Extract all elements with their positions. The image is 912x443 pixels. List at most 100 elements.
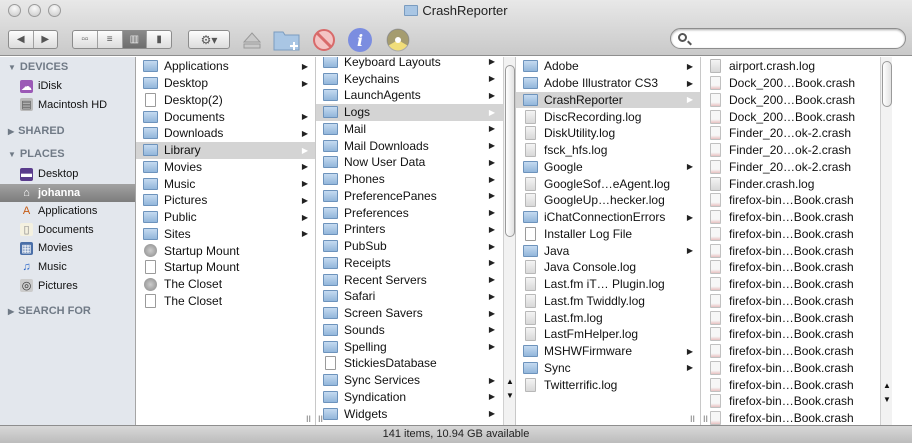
file-list-item[interactable]: Spelling ▶ — [316, 338, 503, 355]
file-list-item[interactable]: Public ▶ — [136, 209, 315, 226]
file-list-item[interactable]: Java ▶ — [516, 242, 700, 259]
file-list-item[interactable]: firefox-bin…Book.crash — [701, 410, 880, 425]
file-list-item[interactable]: Desktop(2) — [136, 92, 315, 109]
file-list-item[interactable]: Printers ▶ — [316, 221, 503, 238]
sidebar-section-devices[interactable]: ▼ DEVICES — [8, 61, 68, 73]
disclosure-collapsed-icon[interactable]: ▶ — [8, 127, 14, 136]
file-list-item[interactable]: Startup Mount — [136, 242, 315, 259]
file-list-item[interactable]: firefox-bin…Book.crash — [701, 276, 880, 293]
file-list-item[interactable]: Adobe Illustrator CS3 ▶ — [516, 75, 700, 92]
file-list-item[interactable]: firefox-bin…Book.crash — [701, 360, 880, 377]
file-list-item[interactable]: Finder_20…ok-2.crash — [701, 159, 880, 176]
file-list-item[interactable]: Dock_200…Book.crash — [701, 108, 880, 125]
scroll-down-arrow[interactable]: ▼ — [506, 391, 514, 400]
file-list-item[interactable]: Sites ▶ — [136, 226, 315, 243]
icon-view-button[interactable]: ▫▫ — [73, 31, 98, 48]
file-list-item[interactable]: Startup Mount — [136, 259, 315, 276]
file-list-item[interactable]: LaunchAgents ▶ — [316, 87, 503, 104]
file-list-item[interactable]: firefox-bin…Book.crash — [701, 209, 880, 226]
new-folder-button[interactable] — [272, 26, 302, 52]
file-list-item[interactable]: Recent Servers ▶ — [316, 271, 503, 288]
column-crashreporter-scrollbar[interactable]: ▲ ▼ — [880, 57, 892, 425]
scroll-thumb[interactable] — [882, 61, 892, 107]
column-resize-handle[interactable]: II — [703, 414, 708, 424]
file-list-item[interactable]: Documents ▶ — [136, 108, 315, 125]
disclosure-expanded-icon[interactable]: ▼ — [8, 150, 16, 159]
file-list-item[interactable]: PreferencePanes ▶ — [316, 188, 503, 205]
file-list-item[interactable]: Google ▶ — [516, 159, 700, 176]
file-list-item[interactable]: firefox-bin…Book.crash — [701, 226, 880, 243]
sidebar-item-pictures[interactable]: ◎ Pictures — [0, 277, 135, 295]
file-list-item[interactable]: The Closet — [136, 293, 315, 310]
file-list-item[interactable]: firefox-bin…Book.crash — [701, 242, 880, 259]
eject-button[interactable] — [242, 30, 262, 50]
file-list-item[interactable]: GoogleSof…eAgent.log — [516, 175, 700, 192]
sidebar-item-johanna[interactable]: ⌂ johanna — [0, 183, 135, 202]
file-list-item[interactable]: firefox-bin…Book.crash — [701, 326, 880, 343]
sidebar-item-movies[interactable]: ▦ Movies — [0, 239, 135, 257]
sidebar-item-macintosh-hd[interactable]: ▤ Macintosh HD — [0, 96, 135, 114]
file-list-item[interactable]: Mail ▶ — [316, 121, 503, 138]
file-list-item[interactable]: Movies ▶ — [136, 159, 315, 176]
file-list-item[interactable]: firefox-bin…Book.crash — [701, 309, 880, 326]
sidebar-section-shared[interactable]: ▶ SHARED — [8, 125, 65, 137]
file-list-item[interactable]: firefox-bin…Book.crash — [701, 376, 880, 393]
sidebar-item-desktop[interactable]: ▬ Desktop — [0, 165, 135, 183]
file-list-item[interactable]: Library ▶ — [136, 141, 315, 159]
file-list-item[interactable]: Logs ▶ — [316, 103, 503, 121]
file-list-item[interactable]: Last.fm.log — [516, 309, 700, 326]
file-list-item[interactable]: Music ▶ — [136, 175, 315, 192]
file-list-item[interactable]: Java Console.log — [516, 259, 700, 276]
action-menu-button[interactable]: ⚙▾ — [188, 30, 230, 49]
scroll-down-arrow[interactable]: ▼ — [883, 395, 891, 404]
sidebar-item-applications[interactable]: A Applications — [0, 202, 135, 220]
sidebar-section-places[interactable]: ▼ PLACES — [8, 148, 65, 160]
file-list-item[interactable]: iChatConnectionErrors ▶ — [516, 209, 700, 226]
file-list-item[interactable]: firefox-bin…Book.crash — [701, 192, 880, 209]
file-list-item[interactable]: Finder.crash.log — [701, 175, 880, 192]
file-list-item[interactable]: Widgets ▶ — [316, 405, 503, 422]
file-list-item[interactable]: StickiesDatabase — [316, 355, 503, 372]
list-view-button[interactable]: ≡ — [98, 31, 123, 48]
file-list-item[interactable]: CrashReporter ▶ — [516, 91, 700, 109]
disclosure-collapsed-icon[interactable]: ▶ — [8, 307, 14, 316]
file-list-item[interactable]: Keychains ▶ — [316, 70, 503, 87]
file-list-item[interactable]: Dock_200…Book.crash — [701, 92, 880, 109]
column-resize-handle[interactable]: II — [690, 414, 695, 424]
file-list-item[interactable]: Installer Log File — [516, 226, 700, 243]
search-input[interactable] — [693, 31, 898, 46]
file-list-item[interactable]: Adobe ▶ — [516, 58, 700, 75]
file-list-item[interactable]: Last.fm Twiddly.log — [516, 293, 700, 310]
file-list-item[interactable]: DiskUtility.log — [516, 125, 700, 142]
file-list-item[interactable]: Finder_20…ok-2.crash — [701, 125, 880, 142]
file-list-item[interactable]: Receipts ▶ — [316, 255, 503, 272]
file-list-item[interactable]: Now User Data ▶ — [316, 154, 503, 171]
coverflow-view-button[interactable]: ▮ — [147, 31, 171, 48]
file-list-item[interactable]: firefox-bin…Book.crash — [701, 393, 880, 410]
scroll-thumb[interactable] — [505, 65, 515, 237]
file-list-item[interactable]: GoogleUp…hecker.log — [516, 192, 700, 209]
file-list-item[interactable]: fsck_hfs.log — [516, 142, 700, 159]
file-list-item[interactable]: Safari ▶ — [316, 288, 503, 305]
file-list-item[interactable]: firefox-bin…Book.crash — [701, 259, 880, 276]
file-list-item[interactable]: Finder_20…ok-2.crash — [701, 142, 880, 159]
file-list-item[interactable]: Applications ▶ — [136, 58, 315, 75]
search-field[interactable] — [670, 28, 906, 49]
scroll-up-arrow[interactable]: ▲ — [506, 377, 514, 386]
sidebar-item-idisk[interactable]: ☁ iDisk — [0, 77, 135, 95]
file-list-item[interactable]: PubSub ▶ — [316, 238, 503, 255]
column-resize-handle[interactable]: II — [318, 414, 323, 424]
file-list-item[interactable]: Twitterrific.log — [516, 376, 700, 393]
file-list-item[interactable]: Mail Downloads ▶ — [316, 137, 503, 154]
sidebar-section-search-for[interactable]: ▶ SEARCH FOR — [8, 305, 91, 317]
file-list-item[interactable]: Phones ▶ — [316, 171, 503, 188]
sidebar-item-music[interactable]: ♫ Music — [0, 258, 135, 276]
file-list-item[interactable]: Dock_200…Book.crash — [701, 75, 880, 92]
file-list-item[interactable]: Downloads ▶ — [136, 125, 315, 142]
delete-button[interactable] — [312, 28, 336, 52]
file-list-item[interactable]: firefox-bin…Book.crash — [701, 343, 880, 360]
file-list-item[interactable]: MSHWFirmware ▶ — [516, 343, 700, 360]
column-view-button[interactable]: ▥ — [122, 31, 148, 48]
file-list-item[interactable]: Desktop ▶ — [136, 75, 315, 92]
file-list-item[interactable]: Preferences ▶ — [316, 204, 503, 221]
